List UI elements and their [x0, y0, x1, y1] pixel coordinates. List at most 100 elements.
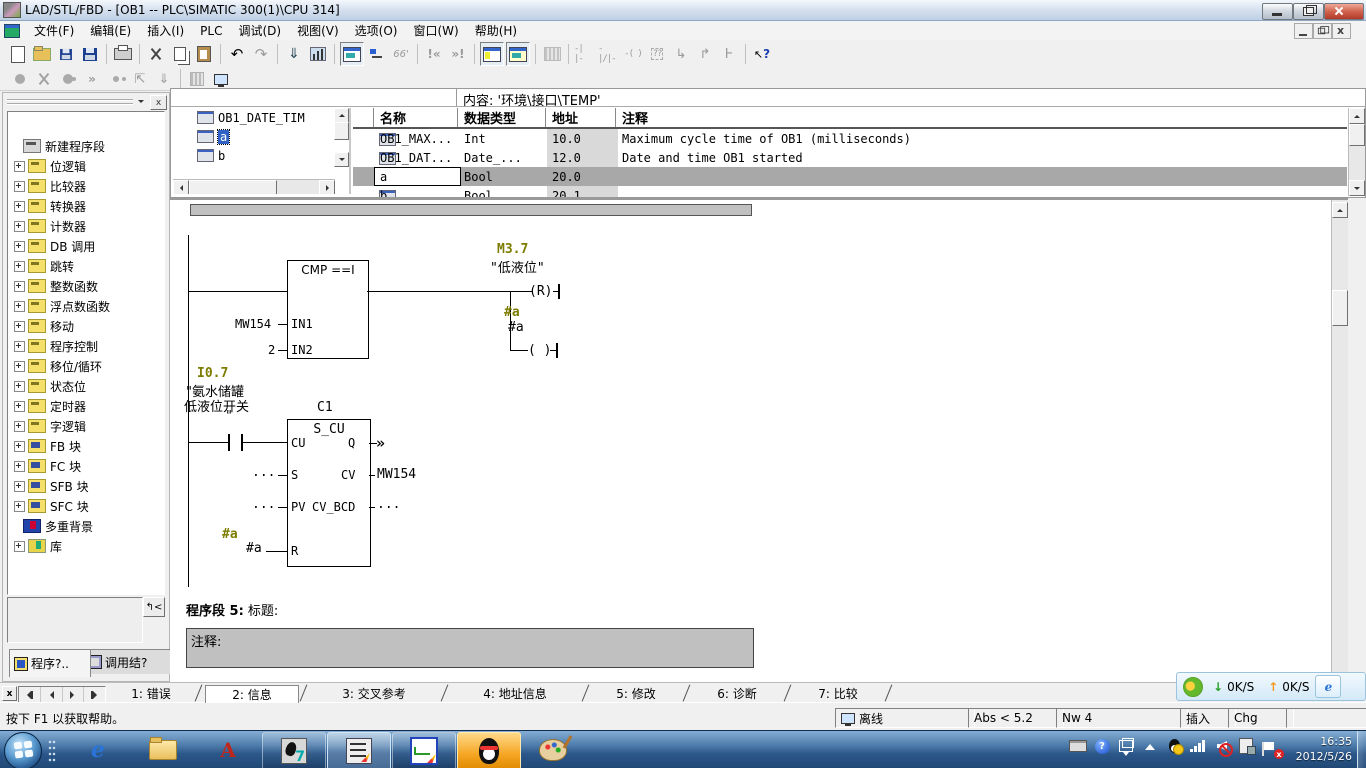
expand-icon[interactable] — [14, 481, 25, 492]
expand-icon[interactable] — [14, 541, 25, 552]
decl-tree-item-selected[interactable]: a — [173, 127, 349, 146]
expand-icon[interactable] — [14, 421, 25, 432]
expand-icon[interactable] — [14, 161, 25, 172]
new-network-button[interactable] — [541, 43, 563, 65]
tab-compare[interactable]: 7: 比较 — [794, 685, 882, 702]
network5-comment-box[interactable]: 注释: — [186, 628, 754, 668]
col-address[interactable]: 地址 — [547, 108, 618, 127]
tree-scroll-thumb[interactable] — [334, 122, 349, 140]
next-tab-button[interactable] — [63, 687, 85, 702]
tree-item-program-control[interactable]: 程序控制 — [8, 336, 164, 356]
tree-item-db-call[interactable]: DB 调用 — [8, 236, 164, 256]
menu-options[interactable]: 选项(O) — [347, 21, 406, 40]
clock[interactable]: 16:35 2012/5/26 — [1296, 734, 1352, 764]
tree-item-sfb-blocks[interactable]: SFB 块 — [8, 476, 164, 496]
child-close-button[interactable]: x — [1332, 23, 1351, 39]
col-name[interactable]: 名称 — [375, 108, 460, 127]
table-vscrollbar[interactable] — [1348, 108, 1365, 196]
table-scroll-thumb[interactable] — [1349, 124, 1365, 146]
list-icon[interactable] — [186, 68, 208, 90]
copy-button[interactable] — [169, 43, 191, 65]
tab-call-structure[interactable]: 调用结? — [83, 649, 171, 674]
tree-item-status-bits[interactable]: 状态位 — [8, 376, 164, 396]
tree-item-new-network[interactable]: 新建程序段 — [8, 136, 164, 156]
safely-remove-icon[interactable] — [1237, 737, 1255, 755]
counter-name[interactable]: C1 — [317, 400, 333, 415]
expand-icon[interactable] — [14, 281, 25, 292]
tree-item-shift-rotate[interactable]: 移位/循环 — [8, 356, 164, 376]
tree-scroll-down[interactable] — [334, 152, 349, 167]
table-scroll-down[interactable] — [1349, 180, 1365, 196]
next-error-button[interactable]: »! — [447, 43, 469, 65]
contact-address[interactable]: I0.7 — [197, 366, 228, 381]
menu-window[interactable]: 窗口(W) — [405, 21, 466, 40]
tree-hscroll-thumb[interactable] — [189, 180, 277, 194]
breakpoint-active-icon[interactable] — [57, 68, 79, 90]
lad-close-branch-button[interactable]: ↱ — [694, 43, 716, 65]
tree-item-jump[interactable]: 跳转 — [8, 256, 164, 276]
overview-toggle[interactable] — [480, 42, 504, 66]
expand-icon[interactable] — [14, 201, 25, 212]
counter-s-operand[interactable]: ... — [252, 465, 275, 480]
tree-item-sfc-blocks[interactable]: SFC 块 — [8, 496, 164, 516]
ladder-scroll-thumb[interactable] — [1332, 290, 1348, 326]
prev-tab-button[interactable] — [41, 687, 63, 702]
taskbar-qq[interactable] — [457, 732, 521, 768]
close-button[interactable] — [1324, 3, 1364, 20]
lad-coil-button[interactable]: -( ) — [622, 43, 644, 65]
resume-icon[interactable]: » — [81, 68, 103, 90]
decl-tree-item[interactable]: b — [173, 146, 349, 165]
col-comment[interactable]: 注释 — [617, 108, 1342, 127]
expand-icon[interactable] — [14, 241, 25, 252]
action-center-flag-icon[interactable]: x — [1261, 737, 1279, 755]
download-module-icon[interactable]: ⇓ — [153, 68, 175, 90]
panel-dropdown-button[interactable] — [133, 95, 148, 108]
taskbar-paint[interactable] — [522, 732, 584, 768]
tree-hscrollbar[interactable] — [173, 179, 335, 194]
tree-item-timers[interactable]: 定时器 — [8, 396, 164, 416]
tree-item-multi-instance[interactable]: 多重背景 — [8, 516, 164, 536]
taskbar-lad-editor[interactable] — [327, 732, 391, 768]
network4-comment-bar[interactable] — [190, 204, 752, 216]
lad-empty-box-button[interactable]: ?? — [646, 43, 668, 65]
lad-t-branch-button[interactable]: Ⱶ — [718, 43, 740, 65]
save-button[interactable] — [79, 43, 101, 65]
expand-icon[interactable] — [14, 221, 25, 232]
first-tab-button[interactable] — [19, 687, 41, 702]
decl-tree-item[interactable]: OB1_DATE_TIM — [173, 108, 349, 127]
redo-button[interactable]: ↷ — [250, 43, 272, 65]
col-datatype[interactable]: 数据类型 — [459, 108, 548, 127]
help-button[interactable]: ↖? — [751, 43, 773, 65]
tree-item-comparator[interactable]: 比较器 — [8, 176, 164, 196]
net-speed-widget[interactable]: ↓ 0K/S ↑ 0K/S e — [1176, 672, 1366, 701]
expand-icon[interactable] — [14, 361, 25, 372]
a-coil-address[interactable]: #a — [504, 305, 520, 320]
cut-button[interactable] — [145, 43, 167, 65]
network5-title[interactable]: 程序段 5: 标题: — [186, 600, 278, 619]
branch-icon[interactable]: ⇱ — [129, 68, 151, 90]
cmp-in2-operand[interactable]: 2 — [268, 343, 275, 357]
expand-icon[interactable] — [14, 321, 25, 332]
expand-icon[interactable] — [14, 401, 25, 412]
accessible-nodes-button[interactable] — [307, 43, 329, 65]
tree-item-fb-blocks[interactable]: FB 块 — [8, 436, 164, 456]
last-tab-button[interactable] — [84, 687, 105, 702]
expand-icon[interactable] — [14, 181, 25, 192]
counter-cvbcd-operand[interactable]: ... — [377, 497, 400, 512]
tree-item-integer-fn[interactable]: 整数函数 — [8, 276, 164, 296]
restore-button[interactable] — [1293, 3, 1324, 20]
tree-scroll-right[interactable] — [319, 180, 335, 194]
mdi-child-icon[interactable] — [4, 24, 20, 38]
new-button[interactable] — [7, 43, 29, 65]
menu-plc[interactable]: PLC — [192, 23, 230, 39]
toggle-description-button[interactable]: ↰< — [143, 597, 165, 617]
show-desktop-button[interactable] — [1357, 731, 1366, 768]
save-source-button[interactable] — [55, 43, 77, 65]
menu-debug[interactable]: 调试(D) — [230, 21, 289, 40]
tab-address-info[interactable]: 4: 地址信息 — [451, 685, 579, 702]
tab-cross-reference[interactable]: 3: 交叉参考 — [310, 685, 438, 702]
delete-breakpoints-icon[interactable] — [33, 68, 55, 90]
tab-program-elements[interactable]: 程序?.. — [9, 649, 91, 677]
r-coil-address[interactable]: M3.7 — [497, 242, 528, 257]
menu-file[interactable]: 文件(F) — [26, 21, 82, 40]
